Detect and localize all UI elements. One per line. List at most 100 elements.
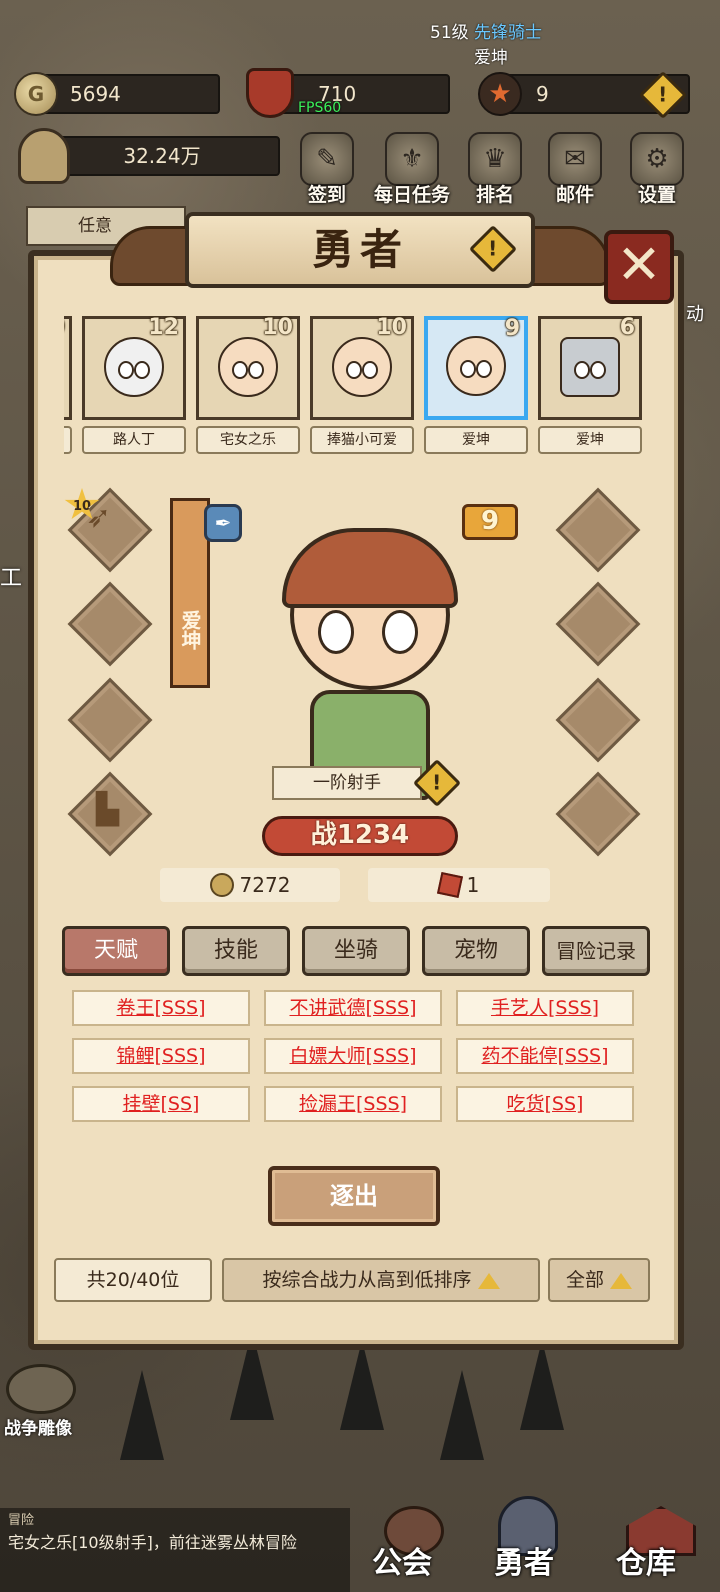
trait-item[interactable]: 挂壁[SS] bbox=[72, 1086, 250, 1122]
bottom-navigation: 公会 勇者 仓库 bbox=[0, 1482, 720, 1592]
hero-name: 捧猫小可爱 bbox=[310, 426, 414, 454]
pine-tree bbox=[440, 1370, 484, 1460]
quest-text: 任意 bbox=[78, 216, 112, 236]
hero-gold-box: 7272 bbox=[160, 868, 340, 902]
gold-coin-icon: G bbox=[14, 72, 58, 116]
nav-warehouse[interactable]: 仓库 bbox=[616, 1538, 676, 1582]
hero-level: 12 bbox=[148, 316, 179, 340]
checkin-icon: ✎ bbox=[300, 132, 354, 186]
power-label: 战 bbox=[310, 820, 337, 850]
gold-counter: 5694 bbox=[40, 74, 220, 114]
hero-card[interactable]: 10 bbox=[64, 316, 72, 454]
trait-item[interactable]: 不讲武德[SSS] bbox=[264, 990, 442, 1026]
daily-quest-button[interactable]: ⚜ 每日任务 bbox=[372, 132, 452, 207]
tab-pet[interactable]: 宠物 bbox=[422, 926, 530, 976]
hero-level: 10 bbox=[64, 316, 65, 340]
hero-name: 爱坤 bbox=[538, 426, 642, 454]
filter-label: 全部 bbox=[565, 1269, 604, 1291]
hero-class: 一阶射手 bbox=[313, 773, 381, 793]
hero-power-badge: 战1234 bbox=[262, 816, 458, 856]
pine-tree bbox=[120, 1370, 164, 1460]
hud-warning-icon[interactable]: ! bbox=[638, 70, 688, 120]
gold-value: 5694 bbox=[70, 82, 121, 106]
trait-item[interactable]: 吃货[SS] bbox=[456, 1086, 634, 1122]
hero-name bbox=[64, 426, 72, 454]
total-power-bar: 32.24万 bbox=[44, 136, 280, 176]
hero-portrait: 10 bbox=[64, 316, 72, 420]
player-title: 先锋骑士 bbox=[474, 23, 543, 43]
hero-card-selected[interactable]: 9 爱坤 bbox=[424, 316, 528, 454]
hero-name: 宅女之乐 bbox=[196, 426, 300, 454]
hero-portrait-wizard: 12 bbox=[82, 316, 186, 420]
hero-card[interactable]: 6 爱坤 bbox=[538, 316, 642, 454]
trait-item[interactable]: 卷王[SSS] bbox=[72, 990, 250, 1026]
gold-coin-icon bbox=[209, 873, 234, 897]
tab-mount[interactable]: 坐骑 bbox=[302, 926, 410, 976]
hero-card[interactable]: 10 捧猫小可爱 bbox=[310, 316, 414, 454]
hero-name: 爱坤 bbox=[424, 426, 528, 454]
tab-adventure-log[interactable]: 冒险记录 bbox=[542, 926, 650, 976]
hero-level: 9 bbox=[504, 316, 520, 341]
power-value: 1234 bbox=[336, 820, 410, 850]
war-statue-icon[interactable] bbox=[6, 1364, 76, 1414]
player-info: 51级 先锋骑士 爱坤 bbox=[430, 18, 542, 68]
filter-button[interactable]: 全部 bbox=[548, 1258, 650, 1302]
checkin-label: 签到 bbox=[307, 184, 346, 206]
hero-count: 共20/40位 bbox=[86, 1269, 180, 1291]
pine-tree bbox=[520, 1340, 564, 1430]
feather-rename-icon[interactable]: ✒ bbox=[204, 504, 242, 542]
trait-item[interactable]: 药不能停[SSS] bbox=[456, 1038, 634, 1074]
settings-button[interactable]: ⚙ 设置 bbox=[626, 132, 688, 207]
sort-button[interactable]: 按综合战力从高到低排序 bbox=[222, 1258, 540, 1302]
nav-guild[interactable]: 公会 bbox=[372, 1538, 432, 1582]
close-icon: ✕ bbox=[616, 233, 662, 296]
hero-card[interactable]: 12 路人丁 bbox=[82, 316, 186, 454]
settings-icon: ⚙ bbox=[630, 132, 684, 186]
sort-label: 按综合战力从高到低排序 bbox=[262, 1269, 472, 1291]
hero-portrait-ranger: 10 bbox=[310, 316, 414, 420]
dialog-help-icon[interactable]: ! bbox=[468, 224, 518, 274]
class-upgrade-icon[interactable]: ! bbox=[412, 758, 462, 808]
fps-counter: FPS60 bbox=[298, 100, 342, 116]
filter-arrow-icon bbox=[610, 1272, 632, 1289]
star-value: 9 bbox=[536, 82, 549, 106]
checkin-button[interactable]: ✎ 签到 bbox=[296, 132, 358, 207]
player-name: 爱坤 bbox=[474, 48, 508, 68]
mail-button[interactable]: ✉ 邮件 bbox=[544, 132, 606, 207]
tab-skills[interactable]: 技能 bbox=[182, 926, 290, 976]
hero-count-box: 共20/40位 bbox=[54, 1258, 212, 1302]
hero-level-badge: 9 bbox=[462, 504, 518, 540]
hero-portrait-archer: 9 bbox=[424, 316, 528, 420]
tab-talent[interactable]: 天赋 bbox=[62, 926, 170, 976]
war-statue-label: 战争雕像 bbox=[4, 1419, 72, 1439]
daily-quest-label: 每日任务 bbox=[373, 184, 450, 206]
hero-portrait-archer: 10 bbox=[196, 316, 300, 420]
pine-tree bbox=[340, 1340, 384, 1430]
trait-item[interactable]: 手艺人[SSS] bbox=[456, 990, 634, 1026]
hero-card[interactable]: 10 宅女之乐 bbox=[196, 316, 300, 454]
hero-ticket-box: 1 bbox=[368, 868, 550, 902]
trait-item[interactable]: 捡漏王[SSS] bbox=[264, 1086, 442, 1122]
boots-icon: ▙ bbox=[96, 792, 120, 827]
hero-level-number: 9 bbox=[480, 506, 500, 536]
mail-icon: ✉ bbox=[548, 132, 602, 186]
nav-heroes[interactable]: 勇者 bbox=[494, 1538, 554, 1582]
hero-roster-strip[interactable]: 10 12 路人丁 10 宅女之乐 10 捧猫小可爱 9 爱坤 6 爱坤 bbox=[64, 316, 654, 458]
trait-item[interactable]: 白嫖大师[SSS] bbox=[264, 1038, 442, 1074]
hero-gold-value: 7272 bbox=[239, 873, 291, 897]
ticket-icon bbox=[436, 871, 463, 899]
ranking-button[interactable]: ♛ 排名 bbox=[464, 132, 526, 207]
settings-label: 设置 bbox=[637, 184, 676, 206]
expel-button[interactable]: 逐出 bbox=[268, 1166, 440, 1226]
gem-shield-icon bbox=[246, 68, 294, 118]
close-button[interactable]: ✕ bbox=[604, 230, 674, 304]
total-power-value: 32.24万 bbox=[123, 144, 201, 168]
star-icon: ★ bbox=[478, 72, 522, 116]
trait-item[interactable]: 锦鲤[SSS] bbox=[72, 1038, 250, 1074]
sort-arrow-icon bbox=[477, 1272, 500, 1289]
daily-quest-icon: ⚜ bbox=[385, 132, 439, 186]
player-level: 51级 bbox=[430, 23, 469, 43]
ranking-icon: ♛ bbox=[468, 132, 522, 186]
dialog-title: 勇者 bbox=[311, 225, 408, 274]
expel-label: 逐出 bbox=[330, 1182, 378, 1210]
